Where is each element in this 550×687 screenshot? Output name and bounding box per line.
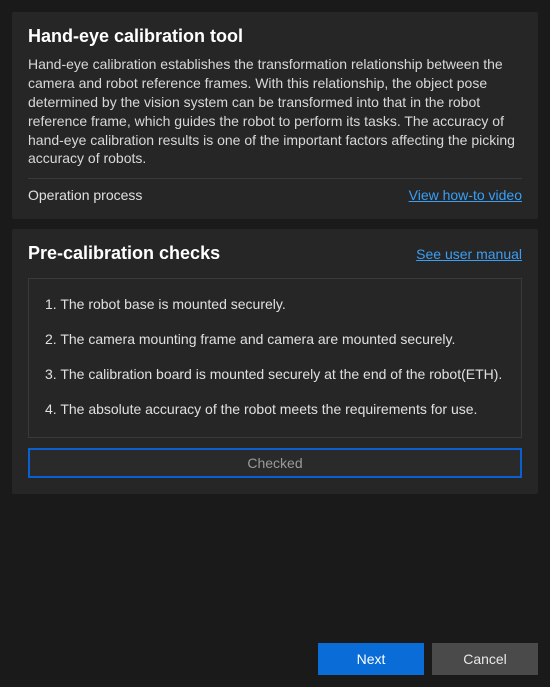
see-user-manual-link[interactable]: See user manual: [416, 246, 522, 262]
checks-title: Pre-calibration checks: [28, 243, 220, 264]
checks-list: 1. The robot base is mounted securely. 2…: [28, 278, 522, 438]
list-item: 2. The camera mounting frame and camera …: [45, 330, 505, 349]
footer-buttons: Next Cancel: [318, 643, 538, 675]
list-item: 1. The robot base is mounted securely.: [45, 295, 505, 314]
checks-header: Pre-calibration checks See user manual: [28, 243, 522, 264]
cancel-button[interactable]: Cancel: [432, 643, 538, 675]
intro-panel: Hand-eye calibration tool Hand-eye calib…: [12, 12, 538, 219]
view-howto-video-link[interactable]: View how-to video: [409, 187, 522, 203]
operation-process-label: Operation process: [28, 187, 142, 203]
next-button[interactable]: Next: [318, 643, 424, 675]
checked-button[interactable]: Checked: [28, 448, 522, 478]
operation-row: Operation process View how-to video: [28, 187, 522, 203]
divider: [28, 178, 522, 179]
list-item: 3. The calibration board is mounted secu…: [45, 365, 505, 384]
intro-description: Hand-eye calibration establishes the tra…: [28, 55, 522, 168]
list-item: 4. The absolute accuracy of the robot me…: [45, 400, 505, 419]
checks-panel: Pre-calibration checks See user manual 1…: [12, 229, 538, 494]
intro-title: Hand-eye calibration tool: [28, 26, 522, 47]
